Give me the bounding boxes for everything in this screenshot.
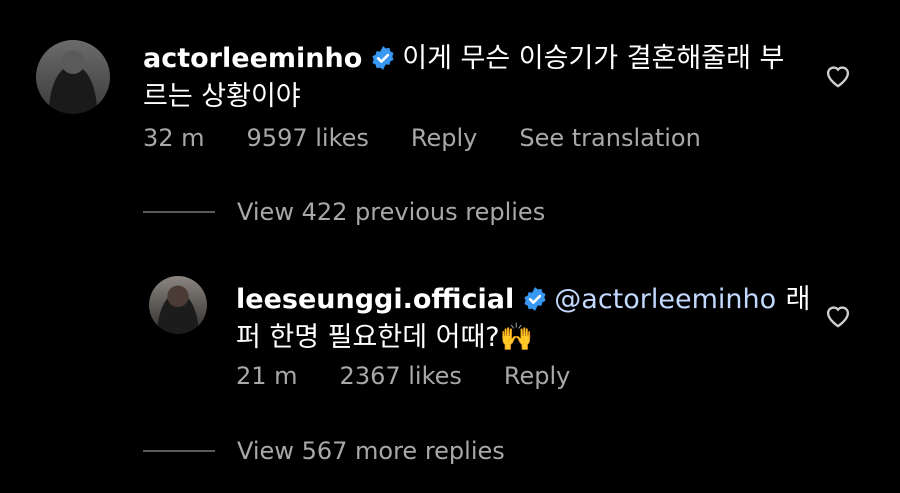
reply-text: 래 xyxy=(785,284,811,315)
comment-line1: actorleeminho 이게 무슨 이승기가 결혼해줄래 부 xyxy=(143,36,784,75)
see-translation-button[interactable]: See translation xyxy=(519,124,700,152)
replies-divider xyxy=(143,211,215,213)
comment-text-line2: 르는 상황이야 xyxy=(143,81,301,112)
reply-button[interactable]: Reply xyxy=(411,124,477,152)
reply-author[interactable]: leeseunggi.official xyxy=(236,284,514,315)
avatar-leeseunggi[interactable] xyxy=(149,276,207,334)
reply-time: 21 m xyxy=(236,362,298,390)
reply-meta: 21 m 2367 likes Reply xyxy=(236,362,612,390)
avatar-actorleeminho[interactable] xyxy=(36,40,110,114)
comment-time: 32 m xyxy=(143,124,205,152)
comment-likes[interactable]: 9597 likes xyxy=(247,124,369,152)
mention-link[interactable]: @actorleeminho xyxy=(554,284,776,315)
reply-text-line2: 퍼 한명 필요한데 어때?🙌 xyxy=(236,322,534,353)
verified-badge-icon xyxy=(372,46,394,70)
verified-badge-icon xyxy=(524,287,546,311)
heart-icon[interactable] xyxy=(824,62,852,88)
reply-line1: leeseunggi.official @actorleeminho 래 xyxy=(236,277,810,316)
view-previous-replies-button[interactable]: View 422 previous replies xyxy=(237,198,545,226)
comment-meta: 32 m 9597 likes Reply See translation xyxy=(143,124,743,152)
heart-icon[interactable] xyxy=(824,302,852,328)
comment-text: 이게 무슨 이승기가 결혼해줄래 부 xyxy=(402,43,785,74)
comment-author[interactable]: actorleeminho xyxy=(143,43,362,74)
reply-likes[interactable]: 2367 likes xyxy=(340,362,462,390)
more-replies-divider xyxy=(143,450,215,452)
view-more-replies-button[interactable]: View 567 more replies xyxy=(237,437,505,465)
reply-reply-button[interactable]: Reply xyxy=(504,362,570,390)
